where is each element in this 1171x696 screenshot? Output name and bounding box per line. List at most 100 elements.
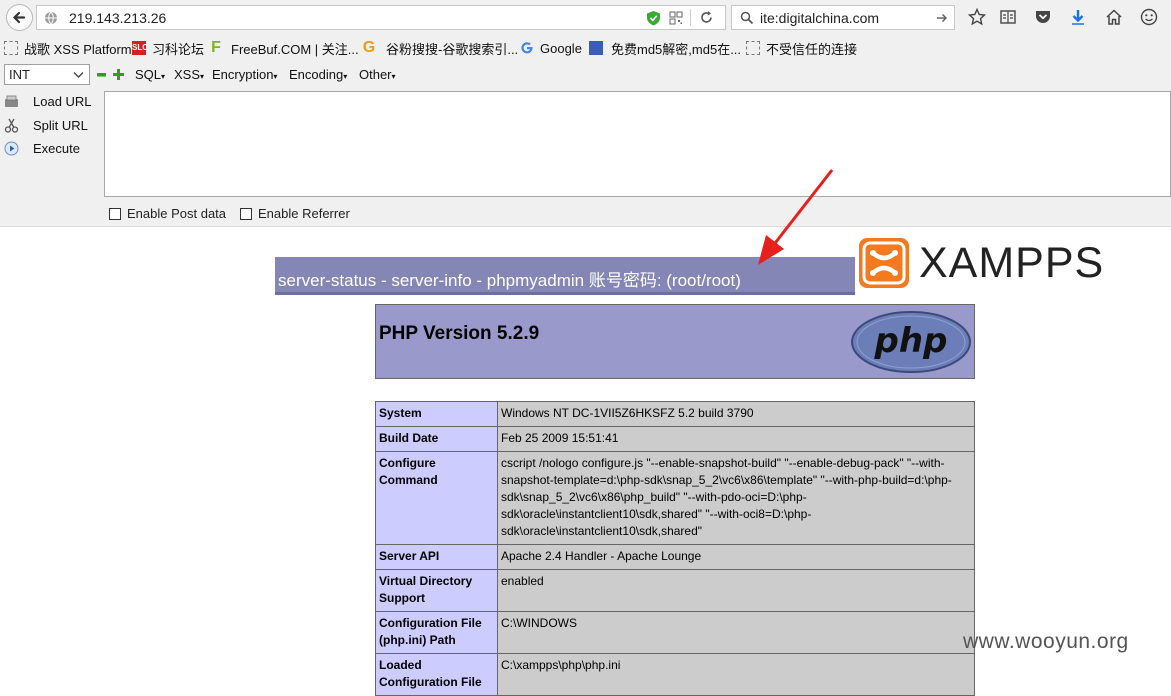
bookmark-label: FreeBuf.COM | 关注...	[231, 41, 359, 57]
xss-menu-label: XSS	[174, 67, 201, 82]
navigation-toolbar: 219.143.213.26 ite:digitalchina.com	[0, 0, 1171, 35]
home-button[interactable]	[1102, 5, 1126, 29]
table-row: Server API Apache 2.4 Handler - Apache L…	[375, 544, 975, 570]
bookmark-item[interactable]: Google	[520, 39, 582, 57]
encoding-menu[interactable]: Encoding▾	[289, 67, 347, 82]
row-value: enabled	[497, 569, 975, 612]
red-arrow-annotation	[758, 169, 834, 265]
bookmark-item[interactable]: SLC 习科论坛	[132, 39, 204, 57]
enable-post-data-label: Enable Post data	[127, 206, 227, 221]
split-url-button[interactable]: Split URL	[4, 115, 88, 135]
search-icon	[740, 11, 754, 25]
row-value: cscript /nologo configure.js "--enable-s…	[497, 451, 975, 545]
back-arrow-icon	[12, 11, 26, 24]
page-icon	[746, 41, 760, 55]
decrease-icon[interactable]	[97, 71, 106, 78]
search-bar[interactable]: ite:digitalchina.com	[731, 5, 955, 30]
star-icon	[968, 8, 986, 26]
bookmarks-toolbar: 战歌 XSS Platform SLC 习科论坛 F FreeBuf.COM |…	[0, 35, 1171, 61]
hackbar-toolbar: INT SQL▾ XSS▾ Encryption▾ Encoding▾ Othe…	[0, 61, 1171, 89]
md5-icon	[589, 41, 603, 55]
g-icon: G	[362, 39, 376, 56]
int-select-value: INT	[9, 67, 30, 82]
freebuf-icon: F	[211, 39, 221, 56]
google-icon	[521, 42, 533, 54]
search-input-text: ite:digitalchina.com	[760, 10, 880, 26]
execute-button[interactable]: Execute	[4, 138, 80, 158]
row-key: Server API	[375, 544, 498, 570]
execute-label: Execute	[33, 140, 80, 156]
enable-post-data-checkbox[interactable]: Enable Post data	[109, 206, 226, 221]
bookmark-item[interactable]: 不受信任的连接	[746, 39, 857, 57]
row-value: Windows NT DC-1VII5Z6HKSFZ 5.2 build 379…	[497, 401, 975, 427]
chevron-down-icon	[73, 72, 84, 78]
pocket-icon	[1036, 11, 1050, 23]
pocket-button[interactable]	[1031, 5, 1055, 29]
bookmark-star-button[interactable]	[965, 5, 989, 29]
php-version-title: PHP Version 5.2.9	[379, 323, 540, 344]
other-menu-label: Other	[359, 67, 392, 82]
slc-icon: SLC	[132, 41, 148, 55]
url-bar[interactable]: 219.143.213.26	[36, 5, 726, 30]
page-icon	[4, 41, 18, 55]
increase-icon[interactable]	[113, 69, 124, 80]
php-info-table: System Windows NT DC-1VII5Z6HKSFZ 5.2 bu…	[375, 401, 975, 696]
bookmark-item[interactable]: G 谷粉搜搜-谷歌搜索引...	[362, 39, 518, 57]
bookmark-item[interactable]: F FreeBuf.COM | 关注...	[209, 39, 359, 57]
bookmark-label: 习科论坛	[152, 41, 205, 57]
php-logo-icon: php	[851, 311, 971, 373]
row-key: Virtual Directory Support	[375, 569, 498, 612]
url-text: 219.143.213.26	[69, 10, 167, 26]
encoding-menu-label: Encoding	[289, 67, 344, 82]
table-row: Configuration File (php.ini) Path C:\WIN…	[375, 611, 975, 654]
url-bar-divider	[690, 9, 691, 26]
hackbar-panel: Load URL Split URL Execute Enable Post d…	[0, 89, 1171, 227]
url-textarea[interactable]	[104, 91, 1171, 197]
encryption-menu-label: Encryption	[212, 67, 274, 82]
xss-menu[interactable]: XSS▾	[174, 67, 204, 82]
row-value: Apache 2.4 Handler - Apache Lounge	[497, 544, 975, 570]
row-value: C:\xampps\php\php.ini	[497, 653, 975, 696]
qr-code-icon[interactable]	[669, 11, 683, 25]
reading-list-button[interactable]	[996, 5, 1020, 29]
load-url-button[interactable]: Load URL	[4, 91, 92, 111]
encryption-menu[interactable]: Encryption▾	[212, 67, 277, 82]
shield-icon[interactable]	[646, 10, 661, 26]
row-key: Build Date	[375, 426, 498, 452]
load-url-label: Load URL	[33, 93, 92, 109]
banner-text[interactable]: server-status - server-info - phpmyadmin…	[278, 266, 741, 291]
bookmark-label: 谷粉搜搜-谷歌搜索引...	[386, 41, 519, 57]
bookmark-item[interactable]: 免费md5解密,md5在...	[589, 39, 741, 57]
checkbox-box	[109, 207, 121, 220]
sql-menu-label: SQL	[135, 67, 162, 82]
play-icon	[4, 141, 19, 155]
sql-menu[interactable]: SQL▾	[135, 67, 165, 82]
watermark-text: www.wooyun.org	[963, 630, 1129, 653]
bookmark-label: Google	[540, 40, 582, 56]
enable-referrer-checkbox[interactable]: Enable Referrer	[240, 206, 350, 221]
scissors-icon	[4, 118, 19, 133]
other-menu[interactable]: Other▾	[359, 67, 396, 82]
int-select[interactable]: INT	[4, 64, 90, 85]
checkbox-box	[240, 207, 252, 220]
row-key: Loaded Configuration File	[375, 653, 498, 696]
bookmark-label: 战歌 XSS Platform	[24, 41, 132, 57]
reload-icon[interactable]	[699, 10, 714, 25]
row-key: Configuration File (php.ini) Path	[375, 611, 498, 654]
xampp-logo-icon	[859, 238, 909, 288]
table-row: Configure Command cscript /nologo config…	[375, 451, 975, 545]
back-button[interactable]	[6, 4, 33, 31]
table-row: Build Date Feb 25 2009 15:51:41	[375, 426, 975, 452]
row-value: C:\WINDOWS	[497, 611, 975, 654]
downloads-button[interactable]	[1066, 5, 1090, 29]
smiley-icon	[1140, 8, 1158, 26]
download-arrow-icon	[1072, 10, 1084, 25]
row-value: Feb 25 2009 15:51:41	[497, 426, 975, 452]
reading-list-icon	[1000, 10, 1016, 24]
home-icon	[1106, 9, 1122, 25]
bookmark-item[interactable]: 战歌 XSS Platform	[4, 39, 132, 57]
xampp-logo-text: XAMPPS	[919, 239, 1105, 287]
search-go-arrow-icon[interactable]	[936, 12, 948, 24]
table-row: System Windows NT DC-1VII5Z6HKSFZ 5.2 bu…	[375, 401, 975, 427]
addon-button[interactable]	[1137, 5, 1161, 29]
